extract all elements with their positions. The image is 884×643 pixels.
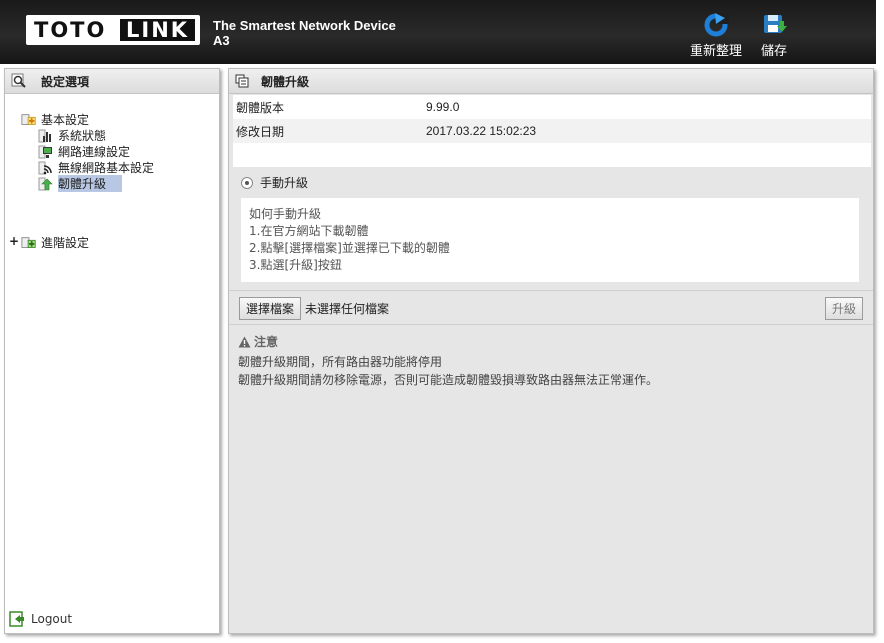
main-panel: 韌體升級 韌體版本 9.99.0 修改日期 2017.03.22 15:02:2… xyxy=(228,68,874,634)
save-button[interactable]: 儲存 xyxy=(756,12,792,59)
notice-title: 注意 xyxy=(238,333,658,351)
magnifier-icon xyxy=(11,73,26,88)
howto-line: 3.點選[升級]按鈕 xyxy=(249,258,342,272)
howto-line: 1.在官方網站下載韌體 xyxy=(249,224,369,238)
howto-box: 如何手動升級 1.在官方網站下載韌體 2.點擊[選擇檔案]並選擇已下載的韌體 3… xyxy=(241,198,859,282)
refresh-icon xyxy=(704,12,729,37)
howto-line: 2.點擊[選擇檔案]並選擇已下載的韌體 xyxy=(249,241,450,255)
modified-date-value: 2017.03.22 15:02:23 xyxy=(426,124,537,138)
sidebar: 設定選項 基本設定 系統狀態 網路連線設定 無線網路基本設定 韌體升級 + 進階… xyxy=(4,68,220,634)
no-file-text: 未選擇任何檔案 xyxy=(305,302,390,316)
sidebar-item-label: 網路連線設定 xyxy=(58,145,131,159)
folder-plus-icon xyxy=(21,113,36,125)
logout-link[interactable]: Logout xyxy=(9,611,72,627)
device-tagline: The Smartest Network Device xyxy=(213,18,396,33)
refresh-button[interactable]: 重新整理 xyxy=(686,12,746,59)
howto-line: 如何手動升級 xyxy=(249,207,322,221)
table-row: 修改日期 2017.03.22 15:02:23 xyxy=(233,119,871,143)
wireless-icon xyxy=(38,161,52,174)
logo-text-right: LINK xyxy=(120,19,196,41)
network-icon xyxy=(38,145,52,158)
window-icon xyxy=(235,74,249,88)
divider xyxy=(229,290,873,291)
notice-line: 韌體升級期間請勿移除電源，否則可能造成韌體毀損導致路由器無法正常運作。 xyxy=(238,373,659,387)
logo-text-left: TOTO xyxy=(34,18,107,42)
sidebar-item-wireless[interactable]: 無線網路基本設定 xyxy=(38,159,154,176)
sidebar-item-network[interactable]: 網路連線設定 xyxy=(38,143,130,160)
tree-basic-settings[interactable]: 基本設定 xyxy=(21,111,89,128)
warning-icon xyxy=(238,336,251,348)
modified-date-label: 修改日期 xyxy=(236,124,285,139)
logout-label: Logout xyxy=(31,612,73,626)
firmware-version-label: 韌體版本 xyxy=(236,100,285,115)
sidebar-header: 設定選項 xyxy=(5,69,219,94)
notice-section: 注意 韌體升級期間，所有路由器功能將停用 韌體升級期間請勿移除電源，否則可能造成… xyxy=(238,333,658,389)
upgrade-button[interactable]: 升級 xyxy=(824,297,863,320)
sidebar-item-firmware-upgrade[interactable]: 韌體升級 xyxy=(38,175,123,192)
main-header: 韌體升級 xyxy=(229,69,873,94)
tree-basic-label: 基本設定 xyxy=(41,113,90,127)
logout-icon xyxy=(9,611,24,627)
notice-line: 韌體升級期間，所有路由器功能將停用 xyxy=(238,355,443,369)
table-row: 韌體版本 9.99.0 xyxy=(233,95,871,119)
device-title: The Smartest Network Device A3 xyxy=(213,18,396,48)
file-chooser: 選擇檔案 未選擇任何檔案 xyxy=(239,297,389,320)
notice-title-text: 注意 xyxy=(254,335,279,349)
save-icon xyxy=(764,15,787,33)
manual-upgrade-option[interactable]: 手動升級 xyxy=(241,174,308,191)
sidebar-title: 設定選項 xyxy=(41,74,90,89)
manual-upgrade-label: 手動升級 xyxy=(260,176,309,190)
refresh-label: 重新整理 xyxy=(689,44,742,59)
divider xyxy=(229,324,873,325)
save-label: 儲存 xyxy=(760,44,787,59)
tree-advanced-settings[interactable]: 進階設定 xyxy=(21,234,89,251)
sidebar-item-label: 無線網路基本設定 xyxy=(58,161,155,175)
page-title: 韌體升級 xyxy=(261,74,310,89)
sidebar-item-label: 韌體升級 xyxy=(58,175,123,192)
device-model: A3 xyxy=(213,33,230,48)
totolink-logo: TOTO LINK xyxy=(26,15,200,45)
top-header: TOTO LINK The Smartest Network Device A3… xyxy=(0,0,876,64)
tree-advanced-label: 進階設定 xyxy=(41,236,90,250)
manual-upgrade-radio[interactable] xyxy=(241,176,253,189)
firmware-version-value: 9.99.0 xyxy=(426,100,460,114)
expand-plus-icon[interactable]: + xyxy=(9,234,19,248)
firmware-info-table: 韌體版本 9.99.0 修改日期 2017.03.22 15:02:23 xyxy=(233,95,871,167)
bar-chart-icon xyxy=(38,129,51,142)
sidebar-item-label: 系統狀態 xyxy=(58,129,107,143)
upgrade-icon xyxy=(38,177,53,190)
sidebar-item-system-status[interactable]: 系統狀態 xyxy=(38,127,106,144)
choose-file-button[interactable]: 選擇檔案 xyxy=(239,297,302,320)
folder-green-icon xyxy=(21,236,36,248)
